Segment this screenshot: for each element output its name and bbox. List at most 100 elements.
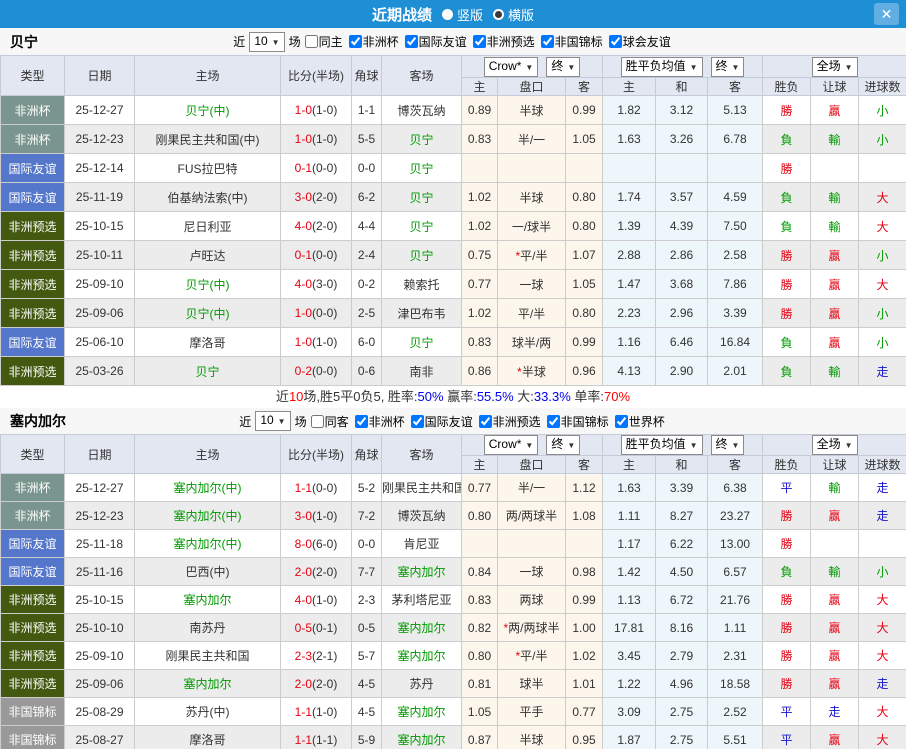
result-goals: 小: [859, 558, 906, 586]
match-row: 非国锦标25-08-29苏丹(中)1-1(1-0)4-5塞内加尔1.05平手0.…: [1, 698, 906, 726]
filter-checkbox-label[interactable]: 非洲预选: [475, 415, 541, 429]
match-row: 国际友谊25-12-14FUS拉巴特0-1(0-0)0-0贝宁勝: [1, 154, 906, 183]
odds-source-select[interactable]: Crow*▼: [484, 57, 539, 77]
filter-checkbox[interactable]: [473, 35, 486, 48]
filter-checkbox-label[interactable]: 非洲预选: [469, 35, 535, 49]
filter-checkbox[interactable]: [411, 415, 424, 428]
avg-time-select[interactable]: 终▼: [711, 57, 745, 77]
filter-checkbox-label[interactable]: 同主: [301, 35, 343, 49]
recent-count-select[interactable]: 10▼: [255, 411, 290, 431]
match-date: 25-10-10: [65, 614, 135, 642]
match-score: 2-0(2-0): [281, 558, 352, 586]
filter-checkbox[interactable]: [615, 415, 628, 428]
result-handicap: [811, 154, 859, 183]
avg-draw: 3.68: [656, 270, 708, 299]
filter-checkbox[interactable]: [547, 415, 560, 428]
match-date: 25-12-14: [65, 154, 135, 183]
odds-group-header: Crow*▼ 终▼: [462, 435, 603, 456]
odds-handicap: [498, 154, 566, 183]
match-score: 3-0(2-0): [281, 183, 352, 212]
filter-checkbox[interactable]: [609, 35, 622, 48]
odds-handicap: 平手: [498, 698, 566, 726]
odds-away: 1.05: [566, 125, 603, 154]
match-row: 国际友谊25-06-10摩洛哥1-0(1-0)6-0贝宁0.83球半/两0.99…: [1, 328, 906, 357]
avg-home: 1.63: [603, 125, 656, 154]
odds-home: 1.02: [462, 212, 498, 241]
avg-draw: 2.96: [656, 299, 708, 328]
filter-checkbox[interactable]: [349, 35, 362, 48]
avg-draw: 8.16: [656, 614, 708, 642]
match-type-badge: 非洲预选: [1, 357, 65, 386]
odds-time-select[interactable]: 终▼: [546, 57, 580, 77]
match-type-badge: 非洲预选: [1, 270, 65, 299]
filter-checkbox-label[interactable]: 同客: [307, 415, 349, 429]
vertical-layout-radio[interactable]: [442, 9, 453, 20]
col-avg-home: 主: [603, 456, 656, 474]
filter-checkbox-label[interactable]: 非国锦标: [543, 415, 609, 429]
result-handicap: 贏: [811, 96, 859, 125]
horizontal-layout-label[interactable]: 横版: [508, 5, 534, 24]
avg-type-select[interactable]: 胜平负均值▼: [621, 435, 703, 455]
avg-away: 7.50: [708, 212, 763, 241]
close-icon[interactable]: ✕: [874, 3, 899, 25]
result-goals: 大: [859, 614, 906, 642]
filter-checkbox[interactable]: [405, 35, 418, 48]
filter-checkbox-label[interactable]: 国际友谊: [401, 35, 467, 49]
home-team: 贝宁(中): [135, 96, 281, 125]
result-handicap: 贏: [811, 642, 859, 670]
filter-checkbox[interactable]: [479, 415, 492, 428]
filter-checkbox[interactable]: [355, 415, 368, 428]
vertical-layout-label[interactable]: 竖版: [457, 5, 483, 24]
avg-home: 1.39: [603, 212, 656, 241]
col-avg-draw: 和: [656, 456, 708, 474]
avg-home: [603, 154, 656, 183]
home-team: 贝宁(中): [135, 270, 281, 299]
result-winloss: 負: [763, 357, 811, 386]
corner-score: 0-6: [352, 357, 382, 386]
filter-checkbox-label[interactable]: 非洲杯: [351, 415, 405, 429]
away-team: 贝宁: [382, 154, 462, 183]
corner-score: 0-0: [352, 530, 382, 558]
corner-score: 6-2: [352, 183, 382, 212]
matches-label: 场: [289, 33, 301, 50]
match-date: 25-06-10: [65, 328, 135, 357]
match-score: 1-0(0-0): [281, 299, 352, 328]
odds-source-select[interactable]: Crow*▼: [484, 435, 539, 455]
col-score: 比分(半场): [281, 435, 352, 474]
filter-checkbox-label[interactable]: 国际友谊: [407, 415, 473, 429]
recent-label: 近: [239, 413, 251, 430]
result-goals: 大: [859, 698, 906, 726]
filter-checkbox-label[interactable]: 非洲杯: [345, 35, 399, 49]
period-select[interactable]: 全场▼: [812, 435, 858, 455]
avg-away: 16.84: [708, 328, 763, 357]
horizontal-layout-radio[interactable]: [493, 9, 504, 20]
odds-home: [462, 530, 498, 558]
result-handicap: 贏: [811, 614, 859, 642]
home-team: 巴西(中): [135, 558, 281, 586]
filter-checkbox-label[interactable]: 非国锦标: [537, 35, 603, 49]
result-handicap: 贏: [811, 299, 859, 328]
filter-checkbox[interactable]: [541, 35, 554, 48]
odds-handicap: *平/半: [498, 642, 566, 670]
avg-time-select[interactable]: 终▼: [711, 435, 745, 455]
result-winloss: 勝: [763, 154, 811, 183]
chevron-down-icon: ▼: [732, 441, 740, 450]
recent-label: 近: [233, 33, 245, 50]
odds-time-select[interactable]: 终▼: [546, 435, 580, 455]
odds-away: 0.80: [566, 299, 603, 328]
filter-checkbox-label[interactable]: 世界杯: [611, 415, 665, 429]
avg-home: 1.22: [603, 670, 656, 698]
filter-checkbox-label[interactable]: 球会友谊: [605, 35, 671, 49]
col-winloss: 胜负: [763, 78, 811, 96]
odds-handicap: 半/一: [498, 474, 566, 502]
match-date: 25-09-10: [65, 270, 135, 299]
match-row: 非洲预选25-10-15塞内加尔4-0(1-0)2-3茅利塔尼亚0.83两球0.…: [1, 586, 906, 614]
recent-count-select[interactable]: 10▼: [249, 32, 284, 52]
filter-checkbox[interactable]: [311, 415, 324, 428]
filter-checkbox[interactable]: [305, 35, 318, 48]
period-select[interactable]: 全场▼: [812, 57, 858, 77]
odds-handicap: 一球: [498, 558, 566, 586]
corner-score: 2-5: [352, 299, 382, 328]
avg-type-select[interactable]: 胜平负均值▼: [621, 57, 703, 77]
corner-score: 5-5: [352, 125, 382, 154]
